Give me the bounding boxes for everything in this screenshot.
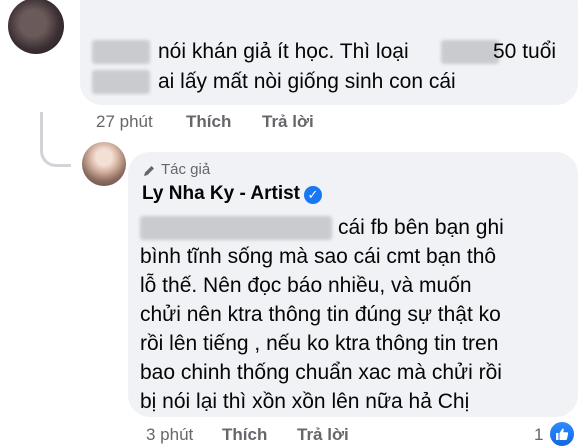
comment-text-line-1: nói khán giả ít học. Thì loại xyxy=(158,40,409,63)
reply-text-line-5: rồi lên tiếng , nếu ko ktra thông tin tr… xyxy=(140,332,499,355)
reply-text-line-3: lỗ thế. Nên đọc báo nhiều, và muốn xyxy=(140,274,472,297)
redacted-word xyxy=(92,70,150,94)
reply-text-line-7: bị nói lại thì xồn xồn lên nữa hả Chị xyxy=(140,390,470,413)
pencil-icon xyxy=(144,166,154,176)
avatar[interactable] xyxy=(8,0,64,54)
reply-link[interactable]: Trả lời xyxy=(297,425,349,445)
reply-text-line-4: chửi nên ktra thông tin đúng sự thật ko xyxy=(140,303,501,326)
author-avatar[interactable] xyxy=(82,142,126,186)
like-reaction-icon[interactable] xyxy=(548,420,576,448)
comment-bubble: nói khán giả ít học. Thì loại 50 tuổi ai… xyxy=(80,0,578,105)
verified-badge-icon: ✓ xyxy=(304,186,322,204)
reply-time[interactable]: 3 phút xyxy=(146,425,193,445)
author-badge: Tác giả xyxy=(161,161,211,178)
redacted-name xyxy=(92,40,150,64)
reply-bubble: Tác giả Ly Nha Ky - Artist ✓ cái fb bên … xyxy=(128,152,578,417)
comment-text-line-2: ai lấy mất nòi giống sinh con cái xyxy=(158,70,456,93)
comment-time[interactable]: 27 phút xyxy=(96,112,153,132)
author-name[interactable]: Ly Nha Ky - Artist xyxy=(142,183,300,205)
redacted-word xyxy=(441,40,499,64)
like-link[interactable]: Thích xyxy=(186,112,231,132)
reply-text-line-6: bao chinh thống chuẩn xac mà chửi rồi xyxy=(140,361,502,384)
thread-line xyxy=(40,112,71,167)
reply-link[interactable]: Trả lời xyxy=(262,112,314,132)
redacted-name xyxy=(140,216,332,240)
like-link[interactable]: Thích xyxy=(222,425,267,445)
reaction-count[interactable]: 1 xyxy=(534,425,543,445)
comment-text-line-1b: 50 tuổi xyxy=(493,40,557,63)
reply-text-line-1: cái fb bên bạn ghi xyxy=(338,216,504,239)
reply-text-line-2: bình tĩnh sống mà sao cái cmt bạn thô xyxy=(140,245,497,268)
